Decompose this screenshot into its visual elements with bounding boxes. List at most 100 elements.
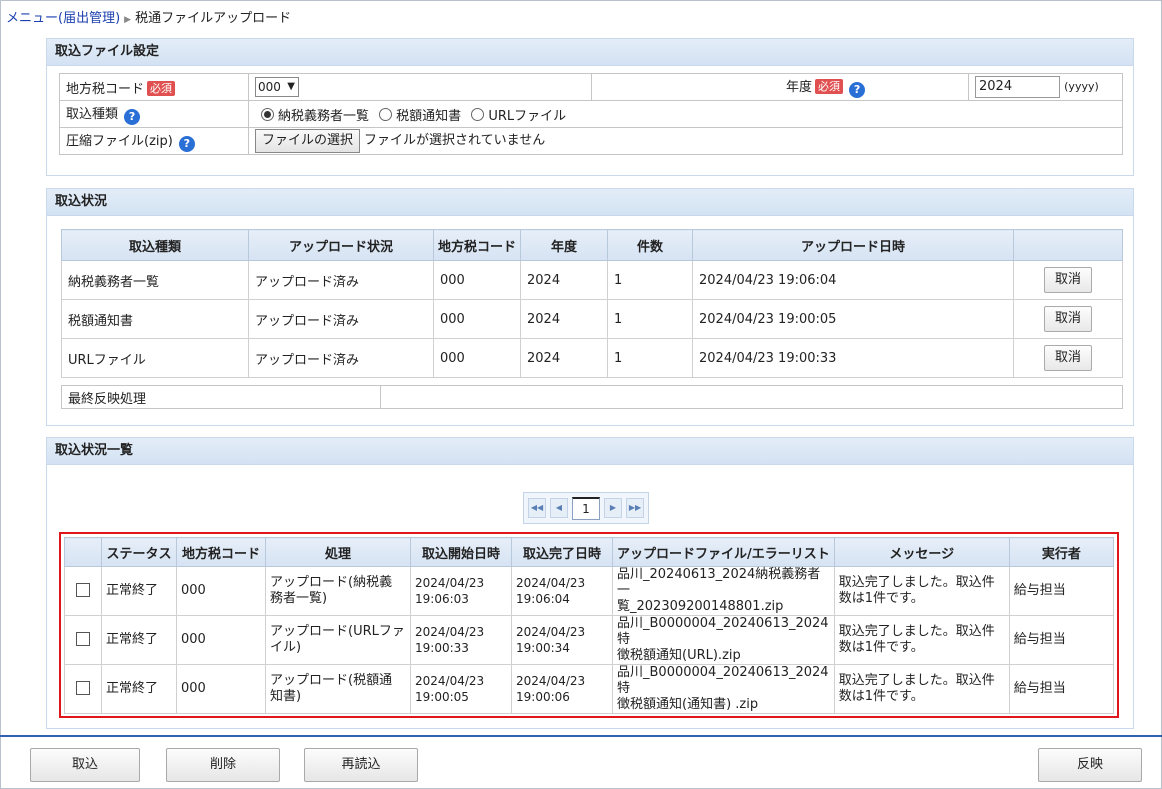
radio-tax-notice[interactable]: [379, 107, 393, 121]
radio-label: 税額通知書: [396, 108, 462, 124]
cell-state: アップロード済み: [248, 299, 434, 339]
row-checkbox[interactable]: [76, 680, 90, 695]
text-line: アップロード(税額通: [270, 673, 393, 688]
cell-check: [64, 664, 102, 714]
cell-datetime: 2024/04/23 19:00:05: [692, 299, 1014, 339]
column-header: [1013, 229, 1123, 261]
text-line: 2024/04/23: [516, 576, 586, 590]
pager: ◀◀ ◀ 1 ▶ ▶▶: [523, 492, 649, 524]
prev-page-icon[interactable]: ◀: [550, 498, 568, 518]
cell-count: 1: [607, 299, 693, 339]
year-input[interactable]: 2024: [975, 76, 1060, 98]
text-line: イル): [270, 640, 302, 655]
cell-file: 品川_B0000004_20240613_2024特 徴税額通知(通知書) .zi…: [612, 664, 835, 714]
cell-datetime: 2024/04/23 19:00:33: [692, 338, 1014, 378]
text-line: 19:00:34: [516, 641, 570, 655]
cell-year: 2024: [520, 260, 608, 300]
chevron-down-icon: ▼: [287, 81, 295, 92]
next-page-icon[interactable]: ▶: [604, 498, 622, 518]
cell-year: 2024: [520, 299, 608, 339]
import-type-cell: 納税義務者一覧 税額通知書 URLファイル: [248, 100, 1123, 128]
last-page-icon[interactable]: ▶▶: [626, 498, 644, 518]
cell-type: 税額通知書: [61, 299, 249, 339]
section-title: 取込状況一覧: [47, 438, 1133, 465]
text-line: 2024/04/23: [415, 625, 485, 639]
first-page-icon[interactable]: ◀◀: [528, 498, 546, 518]
breadcrumb-current: 税通ファイルアップロード: [135, 11, 292, 26]
help-icon[interactable]: ?: [178, 136, 195, 152]
footer-divider: [0, 735, 1162, 737]
cell-status: 正常終了: [101, 615, 177, 665]
table-row: 正常終了 000 アップロード(税額通 知書) 2024/04/23 19:00:0…: [64, 664, 1115, 714]
cell-message: 取込完了しました。取込件 数は1件です。: [833, 664, 1010, 714]
field-label: 圧縮ファイル(zip): [66, 134, 173, 149]
column-header: メッセージ: [833, 537, 1010, 567]
select-value: 000: [258, 80, 281, 94]
text-line: 数は1件です。: [838, 640, 924, 655]
table-row: 正常終了 000 アップロード(URLファ イル) 2024/04/23 19:00…: [64, 615, 1115, 665]
local-tax-code-label-cell: 地方税コード 必須: [59, 73, 249, 101]
year-label-cell: [591, 73, 780, 101]
text-line: 19:06:03: [415, 592, 469, 606]
column-header: ステータス: [101, 537, 177, 567]
column-header: 地方税コード: [433, 229, 521, 261]
text-line: 務者一覧): [270, 591, 328, 606]
required-badge: 必須: [147, 80, 176, 96]
text-line: 品川_B0000004_20240613_2024特: [617, 616, 829, 647]
text-line: 取込完了しました。取込件: [838, 575, 995, 590]
field-label: 年度: [786, 80, 813, 95]
column-header: アップロード状況: [248, 229, 434, 261]
column-header: 実行者: [1008, 537, 1115, 567]
text-line: 知書): [270, 689, 302, 704]
row-checkbox[interactable]: [76, 631, 90, 646]
cell-end: 2024/04/23 19:00:34: [511, 615, 613, 665]
cell-state: アップロード済み: [248, 260, 434, 300]
text-line: 徴税額通知(URL).zip: [617, 648, 741, 663]
current-page[interactable]: 1: [572, 496, 600, 520]
cell-type: 納税義務者一覧: [61, 260, 249, 300]
text-line: 数は1件です。: [838, 689, 924, 704]
column-header: アップロードファイル/エラーリスト: [612, 537, 835, 567]
file-status: ファイルが選択されていません: [364, 133, 546, 148]
cell-message: 取込完了しました。取込件 数は1件です。: [833, 615, 1010, 665]
delete-button[interactable]: 削除: [166, 748, 280, 782]
import-settings-section: 取込ファイル設定 地方税コード 必須 000 ▼ 年度 必須? 2024 (yyyy)…: [46, 38, 1134, 176]
cancel-button[interactable]: 取消: [1043, 345, 1092, 371]
section-title: 取込状況: [47, 189, 1133, 216]
cell-state: アップロード済み: [248, 338, 434, 378]
column-header: 取込完了日時: [511, 537, 613, 567]
cell-start: 2024/04/23 19:00:33: [410, 615, 512, 665]
cancel-button[interactable]: 取消: [1043, 267, 1092, 293]
help-icon[interactable]: ?: [124, 109, 141, 125]
import-status-list-section: 取込状況一覧 ◀◀ ◀ 1 ▶ ▶▶ ステータス 地方税コード 処理 取込開始日…: [46, 437, 1134, 729]
text-line: 19:06:04: [516, 592, 570, 606]
radio-taxpayer-list[interactable]: [261, 107, 274, 121]
radio-url-file[interactable]: [471, 107, 485, 121]
cell-end: 2024/04/23 19:06:04: [511, 566, 613, 616]
cell-file: 品川_B0000004_20240613_2024特 徴税額通知(URL).zip: [612, 615, 835, 665]
help-icon[interactable]: ?: [849, 82, 866, 98]
local-tax-code-cell: 000 ▼: [248, 73, 592, 101]
column-header: 件数: [607, 229, 693, 261]
highlight-box: ステータス 地方税コード 処理 取込開始日時 取込完了日時 アップロードファイル…: [59, 532, 1119, 718]
apply-button[interactable]: 反映: [1038, 748, 1142, 782]
import-type-label-cell: 取込種類?: [59, 100, 249, 128]
cell-action: 取消: [1013, 299, 1123, 339]
cell-start: 2024/04/23 19:00:05: [410, 664, 512, 714]
import-button[interactable]: 取込: [30, 748, 140, 782]
column-header: アップロード日時: [692, 229, 1014, 261]
cancel-button[interactable]: 取消: [1043, 306, 1092, 332]
reload-button[interactable]: 再読込: [304, 748, 418, 782]
text-line: 2024/04/23: [415, 576, 485, 590]
cell-datetime: 2024/04/23 19:06:04: [692, 260, 1014, 300]
chevron-right-icon: ▶: [124, 15, 132, 25]
local-tax-code-select[interactable]: 000 ▼: [255, 77, 299, 97]
section-title: 取込ファイル設定: [47, 39, 1133, 66]
breadcrumb-parent-link[interactable]: メニュー(届出管理): [6, 11, 120, 26]
file-select-button[interactable]: ファイルの選択: [255, 129, 361, 153]
text-line: アップロード(URLファ: [270, 624, 405, 639]
field-label: 取込種類: [66, 107, 119, 122]
cell-user: 給与担当: [1008, 566, 1115, 616]
row-checkbox[interactable]: [76, 582, 90, 597]
text-line: 品川_20240613_2024納税義務者一: [617, 567, 821, 598]
